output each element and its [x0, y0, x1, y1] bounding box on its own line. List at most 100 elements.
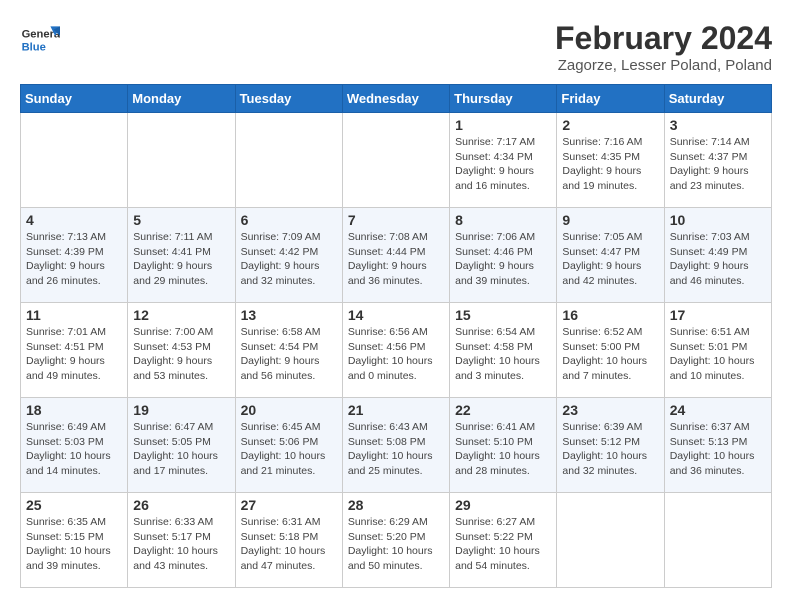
header-saturday: Saturday — [664, 85, 771, 113]
calendar-cell — [664, 493, 771, 588]
day-number: 29 — [455, 497, 551, 513]
day-info: Sunrise: 7:00 AM Sunset: 4:53 PM Dayligh… — [133, 325, 229, 384]
calendar-cell: 17 Sunrise: 6:51 AM Sunset: 5:01 PM Dayli… — [664, 303, 771, 398]
day-info: Sunrise: 6:54 AM Sunset: 4:58 PM Dayligh… — [455, 325, 551, 384]
week-row-0: 1Sunrise: 7:17 AM Sunset: 4:34 PM Daylig… — [21, 113, 772, 208]
day-info: Sunrise: 6:43 AM Sunset: 5:08 PM Dayligh… — [348, 420, 444, 479]
week-row-4: 25 Sunrise: 6:35 AM Sunset: 5:15 PM Dayli… — [21, 493, 772, 588]
day-info: Sunrise: 6:37 AM Sunset: 5:13 PM Dayligh… — [670, 420, 766, 479]
header-row: SundayMondayTuesdayWednesdayThursdayFrid… — [21, 85, 772, 113]
calendar-cell: 1Sunrise: 7:17 AM Sunset: 4:34 PM Daylig… — [450, 113, 557, 208]
day-info: Sunrise: 6:27 AM Sunset: 5:22 PM Dayligh… — [455, 515, 551, 574]
day-info: Sunrise: 7:01 AM Sunset: 4:51 PM Dayligh… — [26, 325, 122, 384]
day-number: 13 — [241, 307, 337, 323]
logo-icon: General Blue — [20, 20, 60, 60]
day-info: Sunrise: 6:49 AM Sunset: 5:03 PM Dayligh… — [26, 420, 122, 479]
calendar-cell: 8 Sunrise: 7:06 AM Sunset: 4:46 PM Daylig… — [450, 208, 557, 303]
calendar-cell: 9 Sunrise: 7:05 AM Sunset: 4:47 PM Daylig… — [557, 208, 664, 303]
calendar-cell — [557, 493, 664, 588]
header-sunday: Sunday — [21, 85, 128, 113]
page-container: General Blue February 2024 Zagorze, Less… — [20, 20, 772, 588]
calendar-cell: 13 Sunrise: 6:58 AM Sunset: 4:54 PM Dayli… — [235, 303, 342, 398]
calendar-cell: 7 Sunrise: 7:08 AM Sunset: 4:44 PM Daylig… — [342, 208, 449, 303]
day-number: 23 — [562, 402, 658, 418]
day-info: Sunrise: 7:06 AM Sunset: 4:46 PM Dayligh… — [455, 230, 551, 289]
calendar-cell: 23 Sunrise: 6:39 AM Sunset: 5:12 PM Dayli… — [557, 398, 664, 493]
day-info: Sunrise: 6:31 AM Sunset: 5:18 PM Dayligh… — [241, 515, 337, 574]
header-wednesday: Wednesday — [342, 85, 449, 113]
calendar-cell: 25 Sunrise: 6:35 AM Sunset: 5:15 PM Dayli… — [21, 493, 128, 588]
day-number: 4 — [26, 212, 122, 228]
day-info: Sunrise: 7:16 AM Sunset: 4:35 PM Dayligh… — [562, 135, 658, 194]
calendar-cell: 24 Sunrise: 6:37 AM Sunset: 5:13 PM Dayli… — [664, 398, 771, 493]
calendar-cell: 5 Sunrise: 7:11 AM Sunset: 4:41 PM Daylig… — [128, 208, 235, 303]
calendar-cell: 21 Sunrise: 6:43 AM Sunset: 5:08 PM Dayli… — [342, 398, 449, 493]
day-number: 7 — [348, 212, 444, 228]
day-number: 28 — [348, 497, 444, 513]
calendar-cell: 27 Sunrise: 6:31 AM Sunset: 5:18 PM Dayli… — [235, 493, 342, 588]
header-monday: Monday — [128, 85, 235, 113]
calendar-cell: 22Sunrise: 6:41 AM Sunset: 5:10 PM Dayli… — [450, 398, 557, 493]
header-thursday: Thursday — [450, 85, 557, 113]
day-number: 16 — [562, 307, 658, 323]
day-info: Sunrise: 6:29 AM Sunset: 5:20 PM Dayligh… — [348, 515, 444, 574]
calendar-cell: 28 Sunrise: 6:29 AM Sunset: 5:20 PM Dayli… — [342, 493, 449, 588]
calendar-cell: 20Sunrise: 6:45 AM Sunset: 5:06 PM Dayli… — [235, 398, 342, 493]
title-section: February 2024 Zagorze, Lesser Poland, Po… — [555, 20, 772, 74]
week-row-1: 4 Sunrise: 7:13 AM Sunset: 4:39 PM Daylig… — [21, 208, 772, 303]
day-number: 17 — [670, 307, 766, 323]
day-number: 6 — [241, 212, 337, 228]
day-number: 18 — [26, 402, 122, 418]
day-number: 2 — [562, 117, 658, 133]
calendar-cell: 10 Sunrise: 7:03 AM Sunset: 4:49 PM Dayli… — [664, 208, 771, 303]
calendar-cell: 4 Sunrise: 7:13 AM Sunset: 4:39 PM Daylig… — [21, 208, 128, 303]
calendar-cell — [21, 113, 128, 208]
day-info: Sunrise: 6:35 AM Sunset: 5:15 PM Dayligh… — [26, 515, 122, 574]
day-info: Sunrise: 7:03 AM Sunset: 4:49 PM Dayligh… — [670, 230, 766, 289]
calendar-cell: 2 Sunrise: 7:16 AM Sunset: 4:35 PM Daylig… — [557, 113, 664, 208]
day-info: Sunrise: 6:39 AM Sunset: 5:12 PM Dayligh… — [562, 420, 658, 479]
day-number: 9 — [562, 212, 658, 228]
day-info: Sunrise: 7:14 AM Sunset: 4:37 PM Dayligh… — [670, 135, 766, 194]
day-number: 19 — [133, 402, 229, 418]
day-number: 20 — [241, 402, 337, 418]
week-row-3: 18 Sunrise: 6:49 AM Sunset: 5:03 PM Dayli… — [21, 398, 772, 493]
day-number: 11 — [26, 307, 122, 323]
calendar-table: SundayMondayTuesdayWednesdayThursdayFrid… — [20, 84, 772, 588]
calendar-cell: 12Sunrise: 7:00 AM Sunset: 4:53 PM Dayli… — [128, 303, 235, 398]
day-number: 1 — [455, 117, 551, 133]
day-info: Sunrise: 6:52 AM Sunset: 5:00 PM Dayligh… — [562, 325, 658, 384]
day-number: 21 — [348, 402, 444, 418]
main-title: February 2024 — [555, 20, 772, 57]
calendar-cell: 6Sunrise: 7:09 AM Sunset: 4:42 PM Daylig… — [235, 208, 342, 303]
calendar-cell — [235, 113, 342, 208]
day-number: 27 — [241, 497, 337, 513]
day-number: 24 — [670, 402, 766, 418]
day-number: 25 — [26, 497, 122, 513]
header: General Blue February 2024 Zagorze, Less… — [20, 20, 772, 74]
svg-text:Blue: Blue — [22, 41, 46, 53]
day-info: Sunrise: 6:41 AM Sunset: 5:10 PM Dayligh… — [455, 420, 551, 479]
day-info: Sunrise: 7:08 AM Sunset: 4:44 PM Dayligh… — [348, 230, 444, 289]
calendar-cell: 26 Sunrise: 6:33 AM Sunset: 5:17 PM Dayli… — [128, 493, 235, 588]
day-number: 10 — [670, 212, 766, 228]
day-info: Sunrise: 7:05 AM Sunset: 4:47 PM Dayligh… — [562, 230, 658, 289]
calendar-cell: 15Sunrise: 6:54 AM Sunset: 4:58 PM Dayli… — [450, 303, 557, 398]
calendar-cell: 3 Sunrise: 7:14 AM Sunset: 4:37 PM Daylig… — [664, 113, 771, 208]
day-number: 8 — [455, 212, 551, 228]
day-number: 3 — [670, 117, 766, 133]
day-info: Sunrise: 6:58 AM Sunset: 4:54 PM Dayligh… — [241, 325, 337, 384]
day-number: 5 — [133, 212, 229, 228]
day-info: Sunrise: 7:13 AM Sunset: 4:39 PM Dayligh… — [26, 230, 122, 289]
logo: General Blue — [20, 20, 60, 60]
day-info: Sunrise: 6:33 AM Sunset: 5:17 PM Dayligh… — [133, 515, 229, 574]
calendar-cell — [128, 113, 235, 208]
day-info: Sunrise: 7:11 AM Sunset: 4:41 PM Dayligh… — [133, 230, 229, 289]
calendar-cell: 29 Sunrise: 6:27 AM Sunset: 5:22 PM Dayli… — [450, 493, 557, 588]
day-info: Sunrise: 6:51 AM Sunset: 5:01 PM Dayligh… — [670, 325, 766, 384]
calendar-cell: 11 Sunrise: 7:01 AM Sunset: 4:51 PM Dayli… — [21, 303, 128, 398]
calendar-cell: 18 Sunrise: 6:49 AM Sunset: 5:03 PM Dayli… — [21, 398, 128, 493]
week-row-2: 11 Sunrise: 7:01 AM Sunset: 4:51 PM Dayli… — [21, 303, 772, 398]
header-friday: Friday — [557, 85, 664, 113]
day-number: 26 — [133, 497, 229, 513]
